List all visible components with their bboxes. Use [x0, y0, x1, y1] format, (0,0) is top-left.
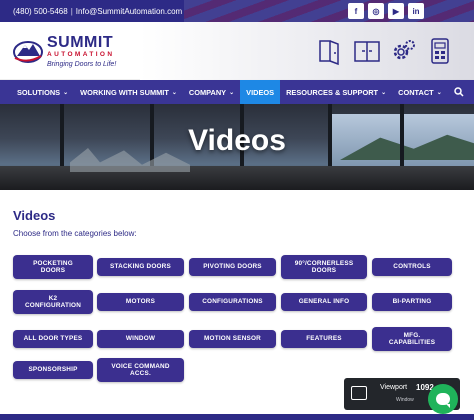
logo-subtitle: AUTOMATION	[47, 51, 115, 58]
email-link[interactable]: Info@SummitAutomation.com	[76, 7, 182, 16]
hero-title: Videos	[188, 124, 286, 157]
category-button[interactable]: BI-PARTING	[372, 293, 452, 311]
section-title: Videos	[13, 208, 56, 223]
category-button[interactable]: MOTION SENSOR	[189, 330, 276, 348]
category-button[interactable]: GENERAL INFO	[281, 293, 367, 311]
flag-banner	[184, 0, 474, 22]
category-button[interactable]: ALL DOOR TYPES	[13, 330, 93, 348]
hero-banner: Videos	[0, 104, 474, 190]
control-panel-icon[interactable]	[424, 36, 454, 66]
logo-title: SUMMIT	[47, 34, 114, 51]
nav-company[interactable]: COMPANY ⌄	[183, 80, 240, 104]
nav-label: VIDEOS	[246, 87, 275, 97]
mountain-logo-icon	[13, 41, 43, 64]
gear-icon[interactable]	[388, 36, 418, 66]
contact-separator: |	[70, 6, 73, 16]
nav-label: WORKING WITH SUMMIT	[80, 87, 169, 97]
category-button[interactable]: STACKING DOORS	[97, 258, 184, 276]
category-button[interactable]: MOTORS	[97, 293, 184, 311]
footer-bar	[0, 414, 474, 420]
chevron-down-icon: ⌄	[436, 89, 442, 96]
linkedin-icon[interactable]: in	[408, 3, 424, 19]
nav-solutions[interactable]: SOLUTIONS ⌄	[0, 80, 74, 104]
nav-label: SOLUTIONS	[17, 87, 61, 97]
category-button[interactable]: WINDOW	[97, 330, 184, 348]
category-button[interactable]: SPONSORSHIP	[13, 361, 93, 379]
category-button[interactable]: POCKETING DOORS	[13, 255, 93, 279]
top-contact-bar: (480) 500-5468 | Info@SummitAutomation.c…	[0, 0, 474, 22]
chevron-down-icon: ⌄	[171, 89, 177, 96]
chevron-down-icon: ⌄	[381, 89, 387, 96]
viewport-label: Viewport	[380, 384, 408, 391]
youtube-icon[interactable]: ▶	[388, 3, 404, 19]
logo[interactable]: SUMMIT AUTOMATION Bringing Doors to Life…	[13, 35, 116, 68]
phone-link[interactable]: (480) 500-5468	[13, 7, 68, 16]
nav-videos[interactable]: VIDEOS	[240, 80, 281, 104]
search-glyph	[453, 87, 464, 97]
window-label: Window	[396, 397, 414, 403]
category-button[interactable]: MFG. CAPABILITIES	[372, 327, 452, 351]
social-links: f ◎ ▶ in	[348, 3, 424, 19]
section-subtitle: Choose from the categories below:	[13, 229, 137, 238]
chat-icon	[436, 393, 450, 408]
nav-label: RESOURCES & SUPPORT	[286, 87, 379, 97]
category-button[interactable]: CONFIGURATIONS	[189, 293, 276, 311]
facebook-icon[interactable]: f	[348, 3, 364, 19]
chevron-down-icon: ⌄	[63, 89, 69, 96]
category-button[interactable]: FEATURES	[281, 330, 367, 348]
videos-section: Videos Choose from the categories below:	[13, 208, 461, 238]
contact-info: (480) 500-5468 | Info@SummitAutomation.c…	[13, 7, 182, 16]
nav-label: CONTACT	[398, 87, 434, 97]
category-button[interactable]: VOICE COMMAND ACCS.	[97, 358, 184, 382]
category-button[interactable]: PIVOTING DOORS	[189, 258, 276, 276]
category-button[interactable]: CONTROLS	[372, 258, 452, 276]
nav-label: COMPANY	[188, 87, 227, 97]
main-nav: SOLUTIONS ⌄ WORKING WITH SUMMIT ⌄ COMPAN…	[0, 80, 474, 104]
search-icon[interactable]	[448, 80, 470, 104]
category-button[interactable]: K2 CONFIGURATION	[13, 290, 93, 314]
pivot-door-icon[interactable]	[316, 36, 346, 66]
nav-working-with-summit[interactable]: WORKING WITH SUMMIT ⌄	[74, 80, 183, 104]
category-button[interactable]: 90°/CORNERLESS DOORS	[281, 255, 367, 279]
chevron-down-icon: ⌄	[229, 89, 235, 96]
nav-contact[interactable]: CONTACT ⌄	[392, 80, 448, 104]
nav-resources-support[interactable]: RESOURCES & SUPPORT ⌄	[280, 80, 392, 104]
logo-tagline: Bringing Doors to Life!	[47, 60, 117, 68]
chat-button[interactable]	[428, 384, 458, 414]
sliding-door-icon[interactable]	[352, 36, 382, 66]
window-icon	[351, 386, 367, 400]
site-header: SUMMIT AUTOMATION Bringing Doors to Life…	[0, 22, 474, 80]
instagram-icon[interactable]: ◎	[368, 3, 384, 19]
header-feature-icons	[316, 36, 454, 66]
